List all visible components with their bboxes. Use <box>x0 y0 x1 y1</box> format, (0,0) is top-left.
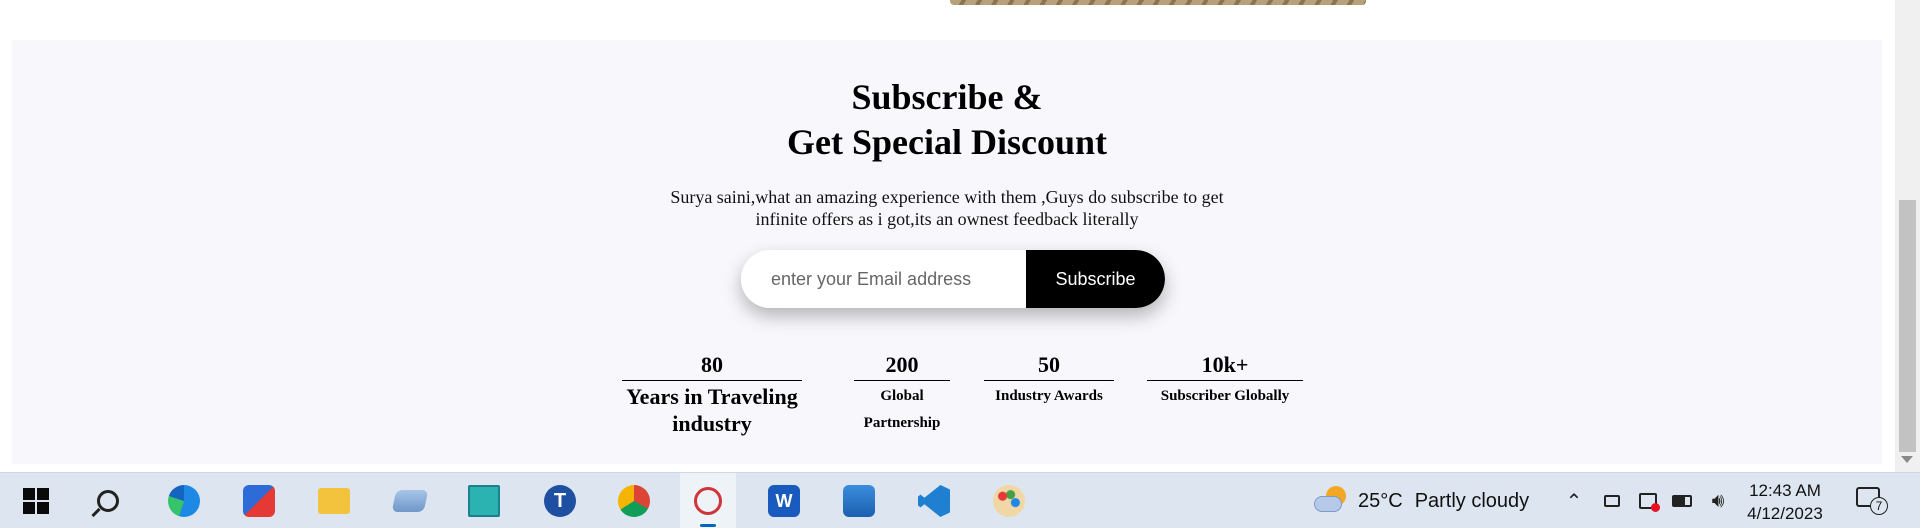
taskbar-app-edge[interactable] <box>156 473 212 528</box>
volume-button[interactable]: 🔊︎ <box>1704 473 1732 528</box>
tray-meet-button[interactable] <box>1598 473 1626 528</box>
chevron-up-icon: ⌃ <box>1565 490 1583 513</box>
show-hidden-icons-button[interactable]: ⌃ <box>1560 473 1588 528</box>
taskbar-app-file-explorer[interactable] <box>306 473 362 528</box>
paint-icon <box>993 485 1025 517</box>
file-explorer-icon <box>318 488 350 514</box>
battery-icon <box>1672 495 1692 507</box>
taskbar-search-button[interactable] <box>80 473 136 528</box>
start-button[interactable] <box>8 473 64 528</box>
stat-label: Partnership <box>863 415 941 431</box>
scrollbar-thumb[interactable] <box>1899 200 1916 452</box>
stat-label: Subscriber Globally <box>1160 388 1290 404</box>
partly-cloudy-icon <box>1312 484 1350 518</box>
stat-value: 200 <box>885 352 919 377</box>
taskbar-app-store[interactable] <box>231 473 287 528</box>
windows-start-icon <box>23 488 49 514</box>
stat-value: 80 <box>701 352 723 377</box>
t-app-icon: T <box>544 485 576 517</box>
taskbar: T W 25°C Partly cloudy ⌃ 🔊︎ 12:43 AM 4/1… <box>0 472 1920 528</box>
screen-record-icon <box>1639 493 1660 512</box>
taskbar-app-photos[interactable] <box>831 473 887 528</box>
subscribe-form: Subscribe <box>741 250 1165 308</box>
taskbar-app-snipping-tool[interactable] <box>680 473 736 528</box>
stat-divider <box>984 380 1114 381</box>
edge-icon <box>168 485 200 517</box>
stat-awards: 50 Industry Awards <box>984 351 1114 410</box>
taskbar-app-paint[interactable] <box>981 473 1037 528</box>
taskbar-app-fingerprint[interactable] <box>456 473 512 528</box>
subscribe-description-line1: Surya saini,what an amazing experience w… <box>670 187 1224 207</box>
stat-value: 10k+ <box>1201 352 1249 377</box>
notification-center-button[interactable]: 7 <box>1856 487 1888 515</box>
subscribe-section: Subscribe & Get Special Discount Surya s… <box>12 40 1882 464</box>
email-input[interactable] <box>741 250 1026 308</box>
taskbar-app-t[interactable]: T <box>532 473 588 528</box>
taskbar-app-vscode[interactable] <box>906 473 962 528</box>
taskbar-app-word[interactable]: W <box>756 473 812 528</box>
subscribe-description-line2: infinite offers as i got,its an ownest f… <box>755 209 1139 229</box>
subscribe-title-line1: Subscribe & <box>851 77 1043 117</box>
stat-label: industry <box>672 411 752 436</box>
taskbar-app-chrome[interactable] <box>606 473 662 528</box>
clock-time: 12:43 AM <box>1749 481 1821 500</box>
stat-divider <box>854 380 950 381</box>
taskbar-clock[interactable]: 12:43 AM 4/12/2023 <box>1740 479 1830 525</box>
stat-partnership: 200 Global Partnership <box>854 351 950 437</box>
stat-value: 50 <box>1038 352 1060 377</box>
stat-divider <box>622 380 802 381</box>
weather-condition: Partly cloudy <box>1414 489 1530 512</box>
stat-divider <box>1147 380 1303 381</box>
clock-date: 4/12/2023 <box>1747 504 1823 523</box>
stat-subscribers: 10k+ Subscriber Globally <box>1147 351 1303 410</box>
stat-years: 80 Years in Traveling industry <box>622 351 802 437</box>
taskbar-app-this-pc[interactable] <box>382 473 438 528</box>
battery-button[interactable] <box>1668 473 1696 528</box>
snipping-tool-icon <box>694 487 722 515</box>
stat-label: Industry Awards <box>995 388 1103 404</box>
vscode-icon <box>918 485 950 517</box>
speaker-icon: 🔊︎ <box>1711 489 1725 512</box>
fingerprint-app-icon <box>468 485 500 517</box>
notification-count-badge: 7 <box>1870 497 1888 515</box>
camera-icon <box>1604 495 1620 507</box>
weather-temperature: 25°C <box>1358 489 1403 512</box>
scroll-down-arrow-icon[interactable] <box>1901 456 1913 463</box>
photos-icon <box>843 485 875 517</box>
top-image-edge <box>950 0 1366 5</box>
subscribe-button[interactable]: Subscribe <box>1026 250 1165 308</box>
this-pc-icon <box>391 490 429 512</box>
vertical-scrollbar[interactable] <box>1895 0 1920 472</box>
stat-label: Years in Traveling <box>626 384 798 409</box>
tray-screen-button[interactable] <box>1634 473 1662 528</box>
microsoft-store-icon <box>243 485 275 517</box>
chrome-icon <box>618 485 650 517</box>
stat-label: Global <box>880 388 924 404</box>
word-icon: W <box>768 485 800 517</box>
subscribe-title-line2: Get Special Discount <box>787 122 1107 162</box>
search-icon <box>97 490 119 512</box>
weather-widget[interactable]: 25°C Partly cloudy <box>1312 473 1529 528</box>
